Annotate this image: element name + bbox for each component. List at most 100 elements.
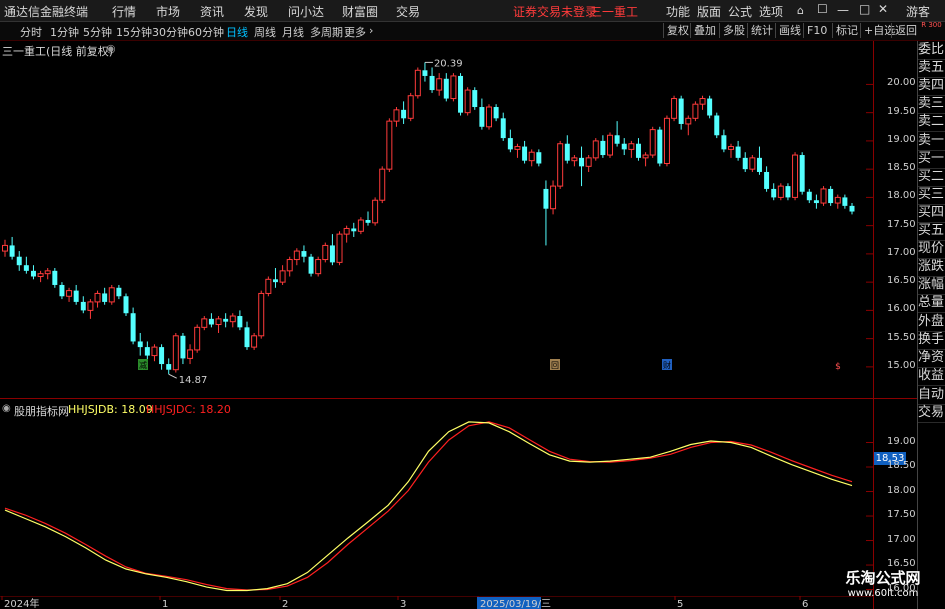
- guest-label[interactable]: 游客: [906, 3, 930, 20]
- right-panel-item[interactable]: 买五: [918, 222, 945, 241]
- period-1min[interactable]: 1分钟: [50, 24, 79, 40]
- menu-ask-xiaoda[interactable]: 问小达: [288, 3, 324, 20]
- tool-statistics[interactable]: 统计: [747, 23, 776, 38]
- maximize-icon[interactable]: □: [859, 2, 870, 16]
- candlestick-panel[interactable]: 三一重工(日线 前复权) ◉ 20.39 14.87 减回财 $: [0, 41, 873, 398]
- candle: [244, 321, 250, 350]
- candle: [372, 197, 379, 226]
- candle: [23, 256, 29, 274]
- menu-function[interactable]: 功能: [666, 3, 690, 20]
- user-icon[interactable]: ⌂: [797, 4, 804, 17]
- right-panel-item[interactable]: 涨跌: [918, 258, 945, 278]
- candle: [820, 186, 827, 206]
- watermark: 乐淘公式网 www.60lt.com: [828, 567, 938, 599]
- right-panel-item[interactable]: 买四: [918, 204, 945, 223]
- more-chevron-icon[interactable]: ›: [369, 24, 373, 37]
- menu-wealth-circle[interactable]: 财富圈: [342, 3, 378, 20]
- candle-body: [37, 273, 44, 277]
- right-panel-item[interactable]: 卖五: [918, 59, 945, 79]
- right-panel-item[interactable]: 买一: [918, 150, 945, 169]
- candle: [37, 270, 44, 283]
- x-tick-label: 6: [802, 599, 808, 609]
- candle: [429, 67, 435, 93]
- right-panel-item[interactable]: 卖三: [918, 95, 945, 115]
- indicator-tick-label: 19.00: [887, 435, 916, 447]
- right-panel-item[interactable]: 涨幅: [918, 276, 945, 296]
- candle-body: [116, 287, 122, 297]
- period-5min[interactable]: 5分钟: [83, 24, 112, 40]
- right-panel-item[interactable]: 委比: [918, 41, 945, 60]
- candle: [301, 245, 307, 263]
- period-toolbar: 分时 1分钟 5分钟 15分钟 30分钟 60分钟 日线 周线 月线 多周期 更…: [0, 22, 945, 41]
- candle-body: [571, 157, 578, 162]
- candle: [842, 194, 848, 209]
- right-panel-item[interactable]: 净资: [918, 349, 945, 368]
- menu-trade[interactable]: 交易: [396, 3, 420, 20]
- right-panel-item[interactable]: 卖二: [918, 113, 945, 133]
- right-panel-item[interactable]: 交易: [918, 404, 945, 423]
- candle: [600, 135, 606, 158]
- tool-adjust[interactable]: 复权: [663, 23, 692, 38]
- menu-quotes[interactable]: 行情: [112, 3, 136, 20]
- close-icon[interactable]: ✕: [878, 2, 888, 16]
- menu-options[interactable]: 选项: [759, 3, 783, 20]
- indicator-panel[interactable]: ◉ 股朋指标网 HHJSJDB: 18.09 HHJSJDC: 18.20: [0, 400, 873, 596]
- candle-body: [286, 259, 293, 272]
- period-60min[interactable]: 60分钟: [188, 24, 224, 40]
- tool-overlay[interactable]: 叠加: [690, 23, 719, 38]
- indicator-chart[interactable]: [0, 400, 873, 596]
- candle-body: [464, 89, 471, 114]
- right-panel-item[interactable]: 买二: [918, 168, 945, 187]
- candle: [614, 121, 620, 147]
- right-panel-item[interactable]: 买三: [918, 186, 945, 205]
- period-weekly[interactable]: 周线: [254, 24, 276, 40]
- candle-body: [579, 157, 585, 167]
- tool-multi-stock[interactable]: 多股: [719, 23, 748, 38]
- price-tick-label: 18.50: [887, 162, 916, 174]
- tool-draw[interactable]: 画线: [775, 23, 804, 38]
- candle: [571, 155, 578, 167]
- menu-formula[interactable]: 公式: [728, 3, 752, 20]
- date-axis: 2024年 1 2 3 2025/03/19/三 5 6: [0, 596, 873, 609]
- candle: [642, 152, 649, 167]
- tool-f10[interactable]: F10: [803, 23, 830, 38]
- period-30min[interactable]: 30分钟: [152, 24, 188, 40]
- right-panel-item[interactable]: 收益: [918, 367, 945, 386]
- candle: [493, 104, 499, 122]
- indicator-tick-label: 17.00: [887, 533, 916, 545]
- period-more[interactable]: 更多: [344, 24, 366, 40]
- right-panel-item[interactable]: 总量: [918, 294, 945, 314]
- candle-body: [842, 197, 848, 206]
- menu-discover[interactable]: 发现: [244, 3, 268, 20]
- right-panel-item[interactable]: 现价: [918, 240, 945, 260]
- bell-icon[interactable]: ☐: [817, 2, 828, 16]
- candle: [59, 282, 65, 300]
- right-panel-item[interactable]: 自动: [918, 386, 945, 405]
- right-panel-item[interactable]: 换手: [918, 331, 945, 350]
- candle-body: [187, 349, 194, 359]
- candle: [401, 101, 407, 124]
- menu-market[interactable]: 市场: [156, 3, 180, 20]
- candle: [557, 140, 564, 189]
- tool-back[interactable]: 返回: [891, 23, 920, 38]
- period-intraday[interactable]: 分时: [20, 24, 42, 40]
- candle-body: [308, 256, 314, 274]
- right-panel-item[interactable]: 卖一: [918, 132, 945, 151]
- minimize-icon[interactable]: —: [837, 3, 849, 17]
- menu-layout[interactable]: 版面: [697, 3, 721, 20]
- period-15min[interactable]: 15分钟: [116, 24, 152, 40]
- marker-s: $: [835, 362, 841, 372]
- menu-news[interactable]: 资讯: [200, 3, 224, 20]
- candle: [607, 132, 613, 158]
- login-status[interactable]: 证券交易未登录: [513, 3, 597, 20]
- period-monthly[interactable]: 月线: [282, 24, 304, 40]
- right-panel-item[interactable]: 卖四: [918, 77, 945, 97]
- candlestick-chart[interactable]: 20.39 14.87 减 回 财 $: [0, 41, 873, 398]
- candle-body: [692, 103, 699, 119]
- right-panel-item[interactable]: 外盘: [918, 313, 945, 332]
- candle-body: [756, 157, 762, 172]
- period-daily[interactable]: 日线: [226, 24, 248, 40]
- period-multi[interactable]: 多周期: [310, 24, 343, 40]
- tool-mark[interactable]: 标记: [832, 23, 861, 38]
- candle-body: [528, 151, 535, 162]
